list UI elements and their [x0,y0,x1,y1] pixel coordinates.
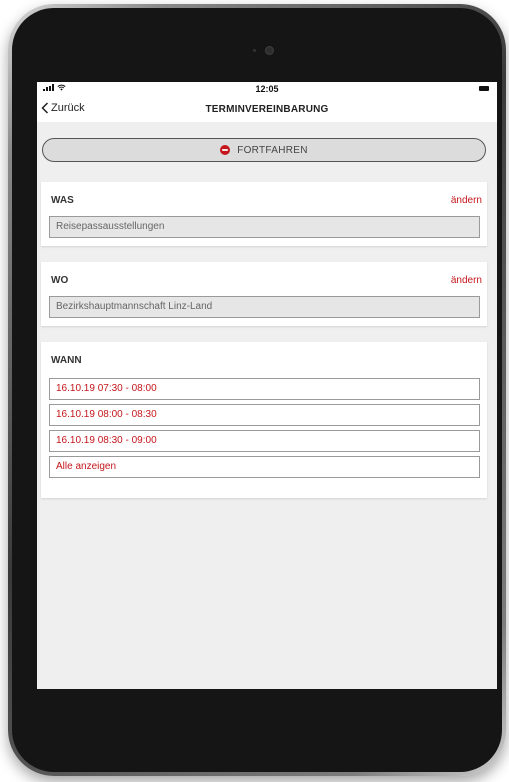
show-all-slots-button[interactable]: Alle anzeigen [49,456,480,478]
navigation-bar: Zurück TERMINVEREINBARUNG [37,96,497,122]
was-card: WAS ändern Reisepassausstellungen [41,182,487,246]
was-edit-link[interactable]: ändern [451,195,482,206]
wo-edit-link[interactable]: ändern [451,275,482,286]
wann-title: WANN [51,355,82,366]
was-title: WAS [51,195,74,206]
time-slot-item[interactable]: 16.10.19 08:30 - 09:00 [49,430,480,452]
front-camera [265,46,274,55]
wann-card: WANN 16.10.19 07:30 - 08:00 16.10.19 08:… [41,342,487,498]
continue-button[interactable]: FORTFAHREN [42,138,486,162]
wo-title: WO [51,275,69,286]
app-screen: 12:05 Zurück TERMINVEREINBARUNG FORTFAHR… [37,82,497,689]
continue-button-label: FORTFAHREN [237,144,308,156]
action-area: FORTFAHREN [37,122,497,166]
wo-value-field: Bezirkshauptmannschaft Linz-Land [49,296,480,318]
sensor-dot [253,49,256,52]
was-card-header: WAS ändern [41,182,487,206]
battery-icon [479,86,489,91]
wo-card: WO ändern Bezirkshauptmannschaft Linz-La… [41,262,487,326]
status-bar: 12:05 [37,82,497,96]
time-slot-item[interactable]: 16.10.19 07:30 - 08:00 [49,378,480,400]
page-title: TERMINVEREINBARUNG [205,104,329,115]
stop-icon [220,145,231,155]
status-time: 12:05 [255,84,279,94]
time-slot-list: 16.10.19 07:30 - 08:00 16.10.19 08:00 - … [49,378,480,482]
time-slot-item[interactable]: 16.10.19 08:00 - 08:30 [49,404,480,426]
wann-card-header: WANN [41,342,487,366]
was-value-field: Reisepassausstellungen [49,216,480,238]
wo-card-header: WO ändern [41,262,487,286]
